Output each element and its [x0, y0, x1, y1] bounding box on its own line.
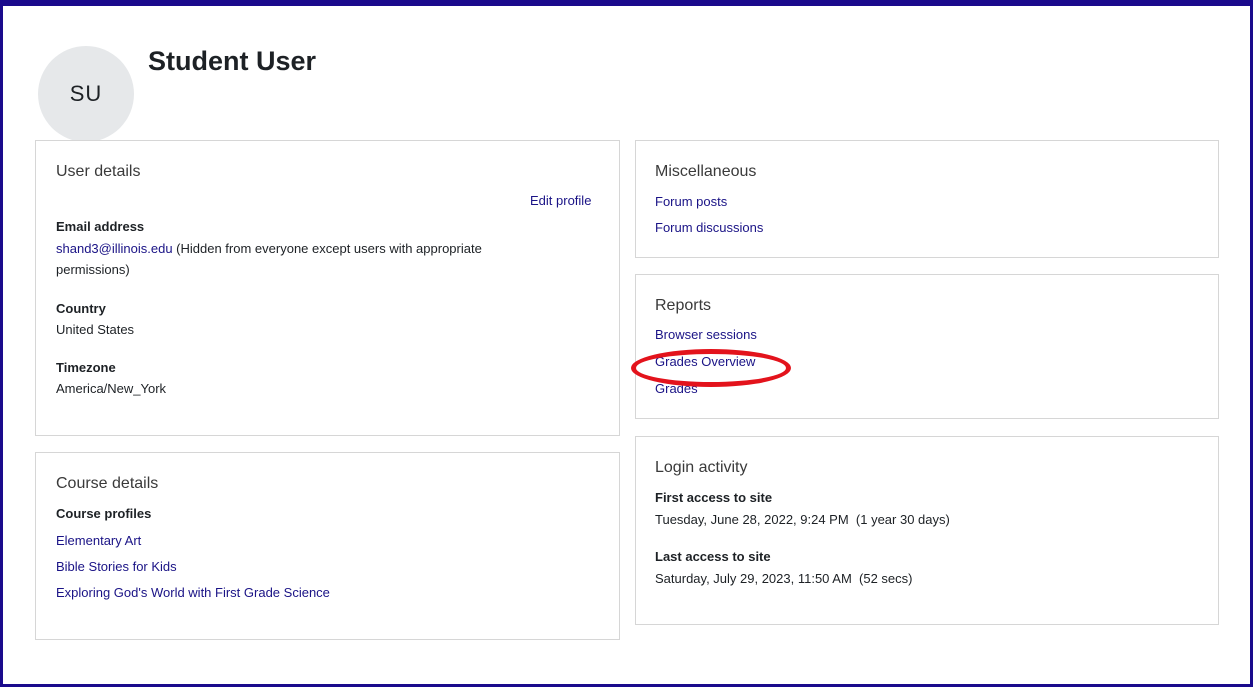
- email-value-block: shand3@illinois.edu (Hidden from everyon…: [56, 238, 556, 280]
- last-access-label: Last access to site: [655, 549, 771, 564]
- country-value: United States: [56, 322, 135, 337]
- course-details-card: Course details Course profiles Elementar…: [35, 452, 620, 640]
- avatar-initials: SU: [69, 81, 103, 106]
- grades-overview-link[interactable]: Grades Overview: [655, 354, 755, 369]
- login-activity-card: Login activity First access to site Tues…: [635, 436, 1219, 625]
- last-access-value: Saturday, July 29, 2023, 11:50 AM (52 se…: [655, 571, 913, 586]
- forum-discussions-link[interactable]: Forum discussions: [655, 220, 763, 235]
- login-activity-title: Login activity: [655, 459, 748, 476]
- timezone-label: Timezone: [56, 360, 116, 375]
- avatar: SU: [38, 46, 134, 142]
- timezone-value: America/New_York: [56, 381, 167, 396]
- page-frame: SU Student User User details Edit profil…: [0, 0, 1253, 687]
- grades-link[interactable]: Grades: [655, 381, 698, 396]
- page-title: Student User: [148, 46, 317, 76]
- email-label: Email address: [56, 219, 145, 234]
- course-profiles-label: Course profiles: [56, 506, 152, 521]
- country-label: Country: [56, 301, 106, 316]
- forum-posts-link[interactable]: Forum posts: [655, 194, 727, 209]
- browser-sessions-link[interactable]: Browser sessions: [655, 327, 757, 342]
- course-details-title: Course details: [56, 475, 159, 492]
- first-access-label: First access to site: [655, 490, 773, 505]
- user-details-title: User details: [56, 163, 141, 180]
- email-link[interactable]: shand3@illinois.edu: [56, 241, 173, 256]
- reports-card: Reports Browser sessions Grades Overview…: [635, 274, 1219, 419]
- miscellaneous-title: Miscellaneous: [655, 163, 757, 180]
- course-link-bible-stories[interactable]: Bible Stories for Kids: [56, 559, 177, 574]
- first-access-value: Tuesday, June 28, 2022, 9:24 PM (1 year …: [655, 512, 950, 527]
- course-link-elementary-art[interactable]: Elementary Art: [56, 533, 141, 548]
- course-link-exploring-gods-world[interactable]: Exploring God's World with First Grade S…: [56, 585, 330, 600]
- miscellaneous-card: Miscellaneous Forum posts Forum discussi…: [635, 140, 1219, 258]
- user-details-card: User details Edit profile Email address …: [35, 140, 620, 436]
- reports-title: Reports: [655, 297, 712, 314]
- edit-profile-link[interactable]: Edit profile: [530, 193, 591, 208]
